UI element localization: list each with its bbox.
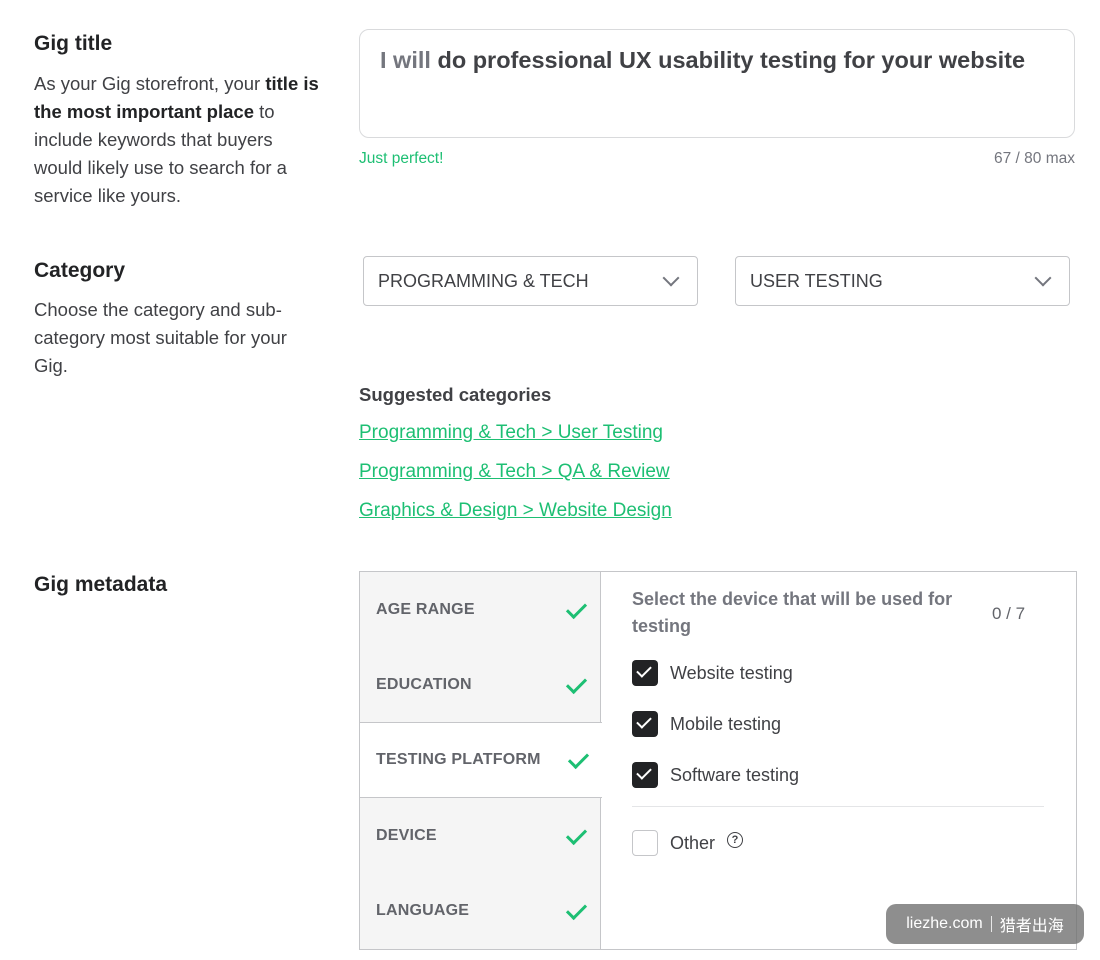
- help-icon[interactable]: ?: [727, 832, 744, 848]
- metadata-content: Select the device that will be used for …: [601, 572, 1076, 949]
- checkbox-checked[interactable]: [632, 711, 658, 737]
- option-mobile-testing[interactable]: Mobile testing: [632, 711, 781, 737]
- chevron-down-icon: [1034, 269, 1052, 287]
- option-label: Mobile testing: [670, 713, 782, 734]
- checkbox-unchecked[interactable]: [632, 830, 658, 856]
- checkbox-checked[interactable]: [632, 762, 658, 788]
- option-software-testing[interactable]: Software testing: [632, 762, 799, 788]
- check-icon: [565, 898, 588, 921]
- question-title: Select the device that will be used for …: [632, 589, 953, 636]
- title-char-counter: 67 / 80 max: [994, 150, 1075, 167]
- tab-testing-platform[interactable]: TESTING PLATFORM: [360, 722, 602, 798]
- category-select[interactable]: PROGRAMMING & TECH: [363, 256, 698, 306]
- watermark: liezhe.com 猎者出海: [886, 904, 1084, 944]
- subcategory-select-value: USER TESTING: [750, 270, 883, 291]
- option-label: Other: [670, 832, 716, 853]
- title-hint: Just perfect!: [359, 150, 444, 167]
- category-heading: Category: [34, 259, 126, 282]
- tab-label: EDUCATION: [376, 676, 472, 693]
- category-select-value: PROGRAMMING & TECH: [378, 270, 589, 291]
- suggested-categories-title: Suggested categories: [359, 384, 552, 405]
- tab-label: DEVICE: [376, 827, 437, 844]
- title-value: do professional UX usability testing for…: [430, 47, 1026, 73]
- category-description: Choose the category and sub-category mos…: [34, 299, 287, 376]
- selection-counter: 0 / 7: [992, 604, 1026, 623]
- check-icon: [567, 747, 590, 770]
- option-other[interactable]: Other ?: [632, 830, 744, 856]
- divider: [632, 806, 1044, 807]
- tab-label: AGE RANGE: [376, 601, 475, 618]
- tab-label: TESTING PLATFORM: [376, 751, 541, 768]
- chevron-down-icon: [662, 269, 680, 287]
- gig-title-heading: Gig title: [34, 32, 113, 55]
- check-icon: [565, 597, 588, 620]
- watermark-site: liezhe.com: [906, 915, 983, 932]
- subcategory-select[interactable]: USER TESTING: [735, 256, 1070, 306]
- tab-device[interactable]: DEVICE: [360, 798, 600, 874]
- check-icon: [565, 672, 588, 695]
- title-prefix: I will: [380, 47, 431, 73]
- metadata-tabs: AGE RANGE EDUCATION TESTING PLATFORM DEV…: [360, 572, 602, 949]
- suggested-category-link[interactable]: Graphics & Design > Website Design: [359, 500, 672, 522]
- tab-language[interactable]: LANGUAGE: [360, 873, 600, 949]
- tab-label: LANGUAGE: [376, 902, 470, 919]
- gig-title-input[interactable]: I will do professional UX usability test…: [359, 29, 1075, 138]
- divider: [990, 916, 992, 932]
- option-website-testing[interactable]: Website testing: [632, 660, 793, 686]
- tab-education[interactable]: EDUCATION: [360, 647, 600, 723]
- option-label: Software testing: [670, 764, 800, 785]
- gig-title-description: As your Gig storefront, your title is th…: [34, 73, 319, 206]
- suggested-category-link[interactable]: Programming & Tech > User Testing: [359, 422, 663, 444]
- check-icon: [565, 823, 588, 846]
- suggested-category-link[interactable]: Programming & Tech > QA & Review: [359, 461, 670, 483]
- watermark-brand: 猎者出海: [999, 918, 1064, 935]
- metadata-panel: AGE RANGE EDUCATION TESTING PLATFORM DEV…: [359, 571, 1077, 950]
- tab-age-range[interactable]: AGE RANGE: [360, 572, 600, 648]
- option-label: Website testing: [670, 662, 793, 683]
- gig-metadata-heading: Gig metadata: [34, 573, 168, 596]
- checkbox-checked[interactable]: [632, 660, 658, 686]
